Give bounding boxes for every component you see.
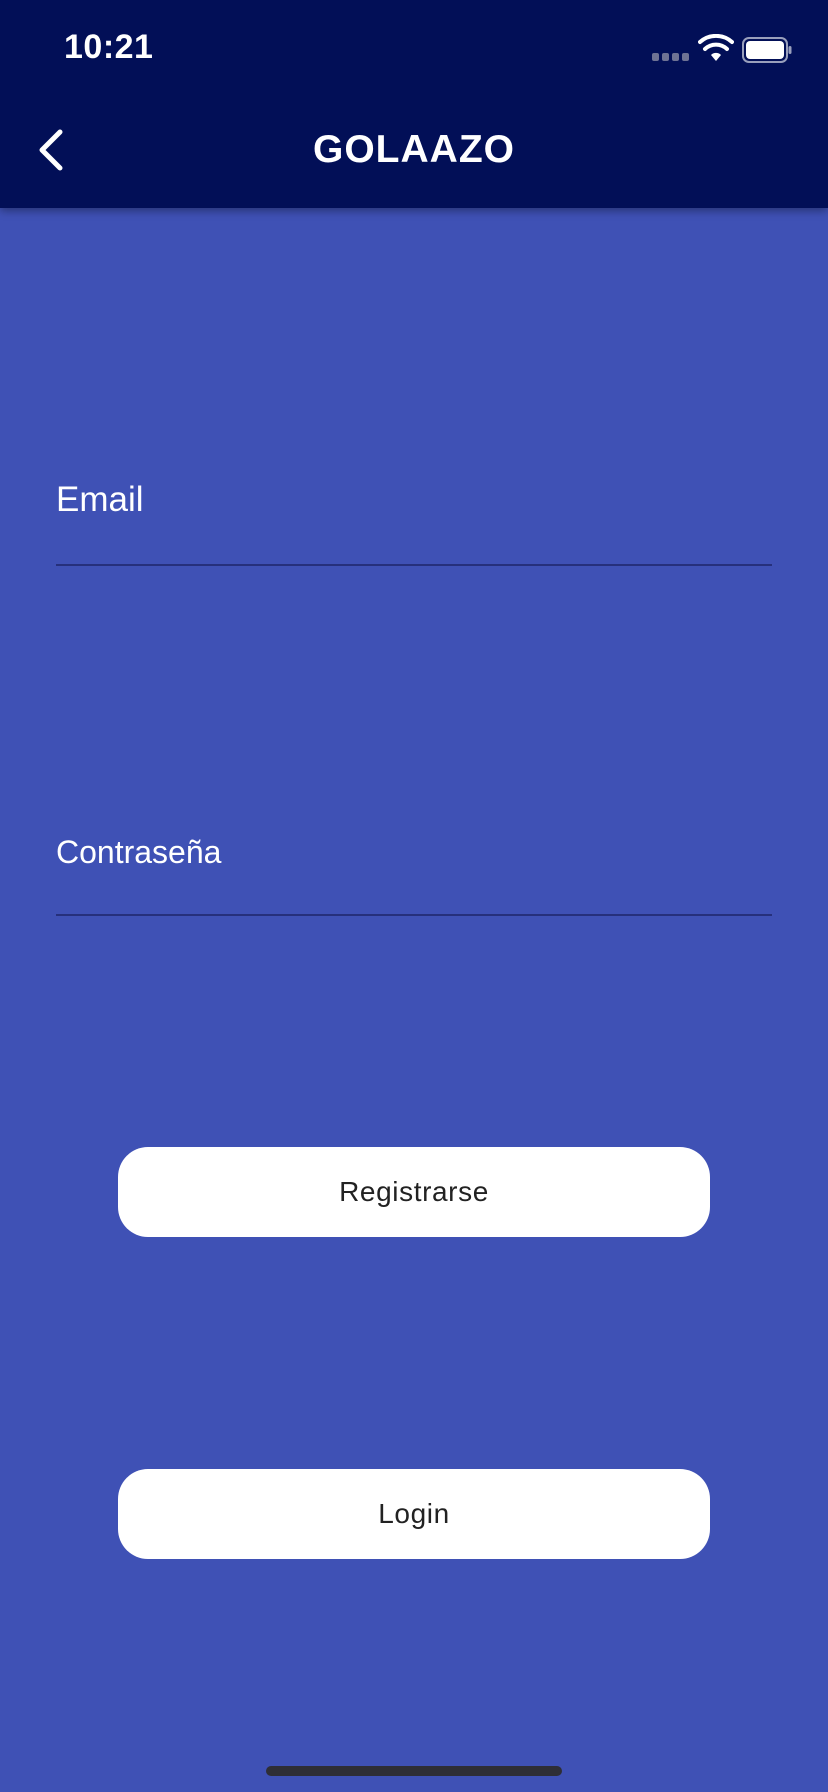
login-button[interactable]: Login — [118, 1469, 710, 1559]
password-field[interactable]: Contraseña — [56, 814, 772, 916]
status-bar-time: 10:21 — [64, 28, 154, 66]
app-bar: 10:21 GOLAAZO — [0, 0, 828, 208]
password-label: Contraseña — [56, 834, 222, 870]
email-label: Email — [56, 480, 144, 519]
home-indicator — [266, 1766, 562, 1776]
wifi-icon — [698, 34, 734, 61]
cellular-signal-icon — [652, 53, 690, 61]
battery-icon — [742, 37, 792, 63]
email-field[interactable]: Email — [56, 460, 772, 566]
page-title: GOLAAZO — [313, 128, 515, 171]
register-button[interactable]: Registrarse — [118, 1147, 710, 1237]
